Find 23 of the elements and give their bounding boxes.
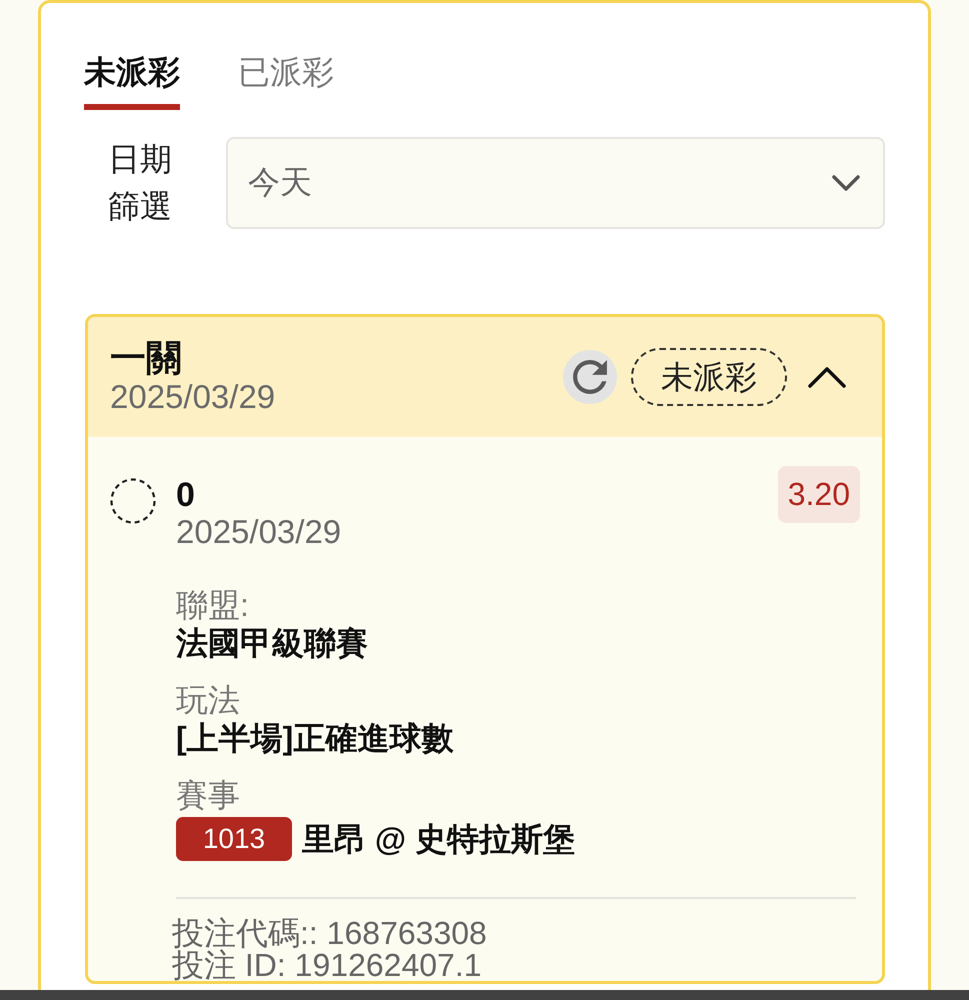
bet-type-title: 一關 (110, 338, 183, 378)
bet-id: 投注 ID: 191262407.1 (172, 949, 483, 981)
field-value: 法國甲級聯賽 (176, 624, 369, 663)
bet-date: 2025/03/29 (110, 378, 276, 416)
refresh-icon (572, 359, 608, 395)
match-number-tag: 1013 (176, 817, 292, 861)
date-filter-label: 日期篩選 (108, 140, 172, 226)
tab[interactable]: 未派彩 (84, 52, 180, 110)
chevron-down-icon (831, 174, 861, 192)
dashed-circle-icon (110, 478, 156, 524)
field-label: 玩法 (176, 682, 241, 718)
match-teams: 里昂 @ 史特拉斯堡 (302, 820, 575, 859)
date-select[interactable]: 今天 (226, 137, 885, 229)
selection-pick: 0 (176, 477, 196, 513)
selection-date: 2025/03/29 (176, 513, 342, 551)
field-value: [上半場]正確進球數 (176, 719, 454, 758)
field-label: 聯盟: (176, 587, 250, 623)
tab[interactable]: 已派彩 (238, 52, 334, 110)
field-label: 賽事 (176, 777, 241, 813)
bet-code: 投注代碼:: 168763308 (172, 917, 488, 949)
status-badge: 未派彩 (631, 348, 787, 406)
chevron-up-icon[interactable] (807, 365, 847, 389)
odds-badge: 3.20 (778, 466, 860, 523)
